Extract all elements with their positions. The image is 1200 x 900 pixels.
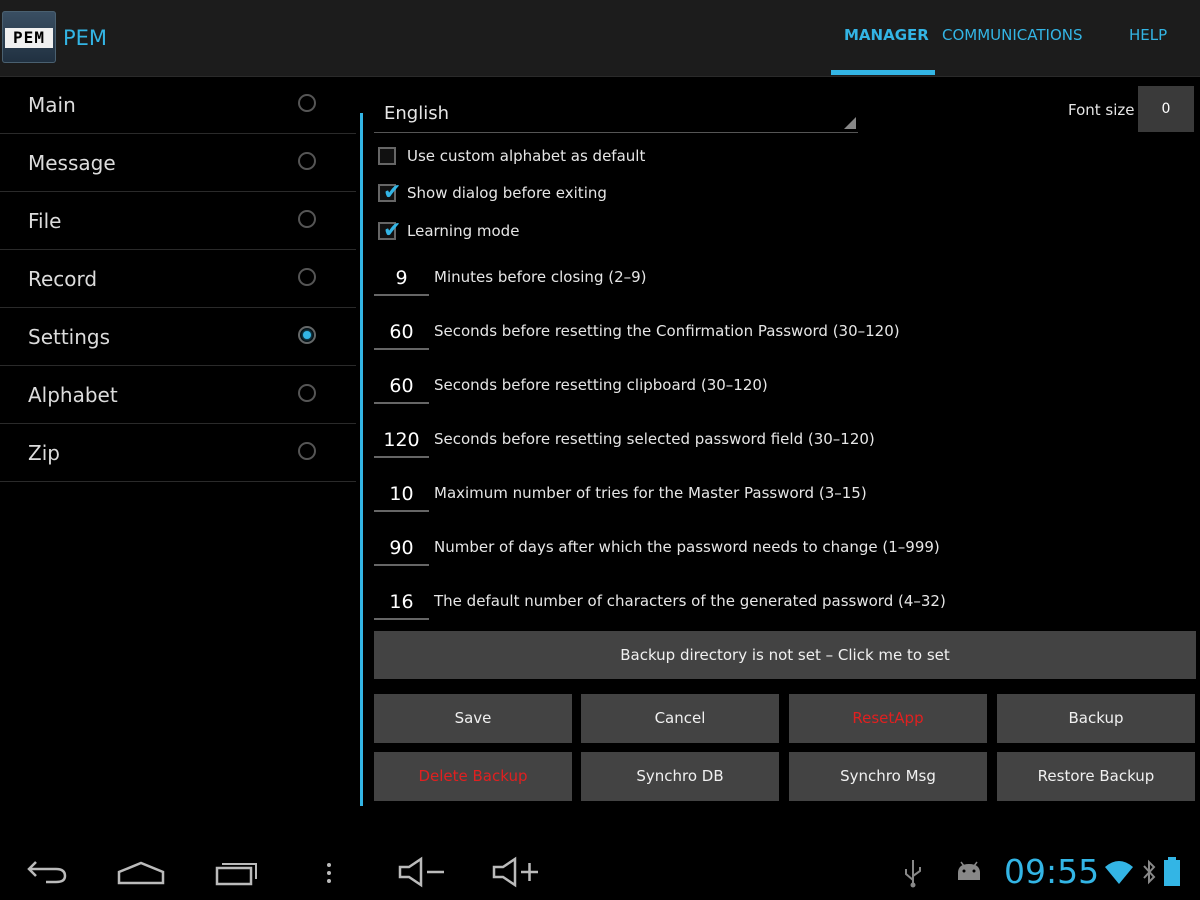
sidebar-item-record[interactable]: Record	[0, 251, 356, 308]
overflow-menu-icon[interactable]	[322, 860, 336, 886]
status-clock: 09:55	[1004, 852, 1100, 891]
android-debug-icon	[958, 861, 980, 880]
radio-button-selected[interactable]	[298, 326, 316, 344]
setting-label: Number of days after which the password …	[434, 538, 940, 556]
sidebar-item-file[interactable]: File	[0, 193, 356, 250]
recent-apps-icon[interactable]	[213, 860, 259, 886]
setting-label: Minutes before closing (2–9)	[434, 268, 647, 286]
panel-divider	[360, 113, 363, 806]
radio-button[interactable]	[298, 268, 316, 286]
checkbox-checked[interactable]: ✔	[378, 182, 401, 204]
number-input[interactable]: 10	[374, 478, 429, 512]
font-size-label: Font size	[1068, 101, 1135, 119]
number-input[interactable]: 9	[374, 262, 429, 296]
sidebar-item-label: Message	[28, 151, 116, 175]
checkbox-label: Learning mode	[407, 222, 520, 240]
number-input[interactable]: 120	[374, 424, 429, 458]
volume-up-icon[interactable]	[490, 856, 542, 888]
setting-label: Seconds before resetting the Confirmatio…	[434, 322, 900, 340]
battery-icon	[1164, 857, 1180, 886]
setting-label: Maximum number of tries for the Master P…	[434, 484, 867, 502]
radio-button[interactable]	[298, 94, 316, 112]
radio-button[interactable]	[298, 210, 316, 228]
checkbox-label: Use custom alphabet as default	[407, 147, 646, 165]
tab-help[interactable]: HELP	[1129, 26, 1167, 44]
action-bar: PEM PEM MANAGER COMMUNICATIONS HELP	[0, 0, 1200, 77]
radio-button[interactable]	[298, 384, 316, 402]
setting-label: The default number of characters of the …	[434, 592, 946, 610]
backup-directory-button[interactable]: Backup directory is not set – Click me t…	[374, 631, 1196, 679]
number-input[interactable]: 60	[374, 370, 429, 404]
active-tab-indicator	[831, 70, 935, 75]
app-logo[interactable]: PEM	[2, 11, 56, 63]
dropdown-arrow-icon	[844, 117, 856, 129]
checkbox-checked[interactable]: ✔	[378, 220, 401, 242]
home-icon[interactable]	[116, 860, 166, 886]
radio-button[interactable]	[298, 442, 316, 460]
bluetooth-icon	[1143, 859, 1156, 885]
sidebar: Main Message File Record Settings Alphab…	[0, 77, 356, 483]
save-button[interactable]: Save	[374, 694, 572, 743]
language-select[interactable]: English	[374, 96, 858, 133]
app-title: PEM	[63, 26, 108, 50]
sidebar-item-settings[interactable]: Settings	[0, 309, 356, 366]
sidebar-item-zip[interactable]: Zip	[0, 425, 356, 482]
delete-backup-button[interactable]: Delete Backup	[374, 752, 572, 801]
sidebar-item-label: File	[28, 209, 62, 233]
checkbox[interactable]	[378, 147, 396, 165]
sidebar-item-message[interactable]: Message	[0, 135, 356, 192]
sidebar-item-label: Settings	[28, 325, 111, 349]
restore-backup-button[interactable]: Restore Backup	[997, 752, 1195, 801]
synchro-msg-button[interactable]: Synchro Msg	[789, 752, 987, 801]
sidebar-item-main[interactable]: Main	[0, 77, 356, 134]
usb-icon	[905, 860, 921, 888]
checkmark-icon: ✔	[383, 180, 402, 205]
number-input[interactable]: 90	[374, 532, 429, 566]
backup-button[interactable]: Backup	[997, 694, 1195, 743]
tab-communications[interactable]: COMMUNICATIONS	[942, 26, 1083, 44]
radio-button[interactable]	[298, 152, 316, 170]
reset-app-button[interactable]: ResetApp	[789, 694, 987, 743]
tab-manager[interactable]: MANAGER	[844, 26, 929, 44]
language-value: English	[384, 103, 449, 124]
font-size-button[interactable]: 0	[1138, 86, 1194, 132]
sidebar-item-label: Alphabet	[28, 383, 118, 407]
sidebar-item-label: Main	[28, 93, 76, 117]
sidebar-item-label: Record	[28, 267, 98, 291]
number-input[interactable]: 16	[374, 586, 429, 620]
synchro-db-button[interactable]: Synchro DB	[581, 752, 779, 801]
sidebar-item-label: Zip	[28, 441, 60, 465]
setting-label: Seconds before resetting clipboard (30–1…	[434, 376, 768, 394]
checkbox-label: Show dialog before exiting	[407, 184, 607, 202]
checkmark-icon: ✔	[383, 218, 402, 243]
logo-text: PEM	[5, 28, 53, 48]
cancel-button[interactable]: Cancel	[581, 694, 779, 743]
wifi-icon	[1105, 861, 1133, 884]
setting-label: Seconds before resetting selected passwo…	[434, 430, 875, 448]
back-icon[interactable]	[26, 858, 68, 884]
system-navigation-bar: 09:55	[0, 840, 1200, 900]
sidebar-item-alphabet[interactable]: Alphabet	[0, 367, 356, 424]
number-input[interactable]: 60	[374, 316, 429, 350]
volume-down-icon[interactable]	[396, 856, 448, 888]
